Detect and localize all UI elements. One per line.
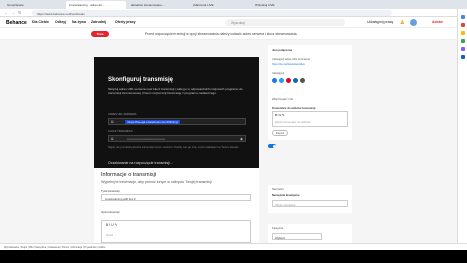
social-icons: [272, 78, 312, 83]
chat-toggle[interactable]: [268, 144, 276, 148]
nav-item-discover[interactable]: Odkryj: [55, 20, 66, 24]
facebook-icon[interactable]: [272, 78, 277, 83]
chat-toggle-label: Włącz/wyłącz czat: [272, 98, 294, 101]
email-icon[interactable]: [300, 78, 305, 83]
live-status-button[interactable]: Trwa: [91, 31, 109, 37]
info-subtitle: Wypełnij te informacje, aby pomóc innym …: [101, 180, 212, 184]
tools-label: Narzędzia kreatywne: [272, 193, 300, 197]
nav-item-live[interactable]: Na żywo: [72, 20, 86, 24]
share-card: Jest połączona Udostępnij adres URL stru…: [268, 45, 352, 140]
eye-icon[interactable]: ◉: [240, 137, 243, 141]
adobe-logo[interactable]: Adobe: [432, 20, 443, 24]
share-title: Jest połączona: [272, 48, 293, 52]
stream-key-value: ••••••••••••••••••••••••••••••••••••: [127, 137, 165, 141]
stream-key-field[interactable]: ⧉ •••••••••••••••••••••••••••••••••••• ◉: [108, 135, 246, 142]
category-title: Kategoria: [272, 227, 284, 230]
share-work-link[interactable]: Udostępnij pracę: [367, 20, 393, 24]
reload-icon[interactable]: ↻: [18, 10, 21, 15]
share-url-label: Udostępnij adres URL strumienia: [272, 58, 310, 61]
status-message: Przed rozpoczęciem emisji w opcji stream…: [145, 32, 298, 36]
live-status-bar: Trwa Przed rozpoczęciem emisji w opcji s…: [0, 28, 457, 40]
tools-input[interactable]: Wpisz narzędzie: [272, 200, 348, 207]
back-icon[interactable]: ←: [4, 10, 8, 15]
linkedin-icon[interactable]: [293, 78, 298, 83]
extension-icon[interactable]: [461, 47, 465, 51]
extension-icon[interactable]: [461, 55, 465, 59]
search-input[interactable]: Wyszukaj: [225, 19, 345, 26]
footer-bar: Wyszukiwanie | Pulpit | Pliki | Narzędzi…: [0, 243, 467, 250]
stream-key-note: Nigdy nie przekazuj klucza transmisji in…: [108, 145, 240, 149]
info-title: Informacje o transmisji: [101, 172, 157, 178]
nav-item-hire[interactable]: Zatrudnij: [91, 20, 106, 24]
nav-item-jobs[interactable]: Oferty pracy: [115, 20, 136, 24]
screen: GroupSpace Livestreaming - adres do... a…: [0, 0, 467, 263]
twitter-icon[interactable]: [279, 78, 284, 83]
extension-icon[interactable]: [461, 39, 465, 43]
stream-title-label: Tytuł transmisji: [101, 189, 120, 193]
format-toolbar[interactable]: B I U ✎: [106, 223, 117, 227]
copy-icon[interactable]: ⧉: [111, 120, 114, 124]
save-button[interactable]: Zapisz: [272, 130, 288, 136]
tab[interactable]: Wnioskuj LIVE: [252, 1, 312, 9]
share-url-link[interactable]: https://be.net/live/stream/live: [272, 63, 305, 66]
category-select[interactable]: Wybierz: [272, 233, 322, 240]
server-url-value[interactable]: rtmps://live-api-s.facebook.com:443/rtmp…: [125, 120, 181, 124]
tools-title: Narzędzia: [272, 188, 284, 191]
comment-title: Komentarz do widzów transmisji: [272, 106, 316, 110]
behance-logo[interactable]: Behance: [6, 20, 27, 26]
top-nav: Behance Dla Ciebie Odkryj Na żywo Zatrud…: [0, 17, 457, 28]
stream-title-input[interactable]: Livestreaming with live #: [101, 194, 251, 201]
tools-card: Narzędzia Narzędzia kreatywne Wpisz narz…: [268, 185, 352, 213]
address-bar: ← → ↻ https://www.behance.net/live/strea…: [0, 9, 467, 17]
comment-placeholder: Wpisz komentarz do widzów: [275, 120, 311, 124]
server-url-field[interactable]: ⧉ rtmps://live-api-s.facebook.com:443/rt…: [108, 118, 246, 125]
url-input[interactable]: https://www.behance.net/live/stream: [32, 10, 392, 16]
tab-active[interactable]: Livestreaming - adres do...: [66, 1, 126, 9]
stream-description-label: Opis transmisji: [101, 210, 120, 214]
stream-info-card: Informacje o transmisji Wypełnij te info…: [94, 168, 259, 243]
extension-icon[interactable]: [461, 31, 465, 35]
panel-description: Skopiuj adres URL serwera oraz klucz tra…: [108, 87, 243, 96]
share-on-label: Udostępnij: [272, 72, 285, 75]
comment-editor[interactable]: B I U ✎ Wpisz komentarz do widzów: [272, 111, 348, 127]
copy-icon[interactable]: ⧉: [111, 137, 114, 141]
bell-icon[interactable]: 🔔: [400, 20, 404, 24]
panel-title: Skonfiguruj transmisję: [108, 77, 174, 83]
extension-icon[interactable]: [461, 23, 465, 27]
forward-icon[interactable]: →: [11, 10, 15, 15]
browser-tab-bar: GroupSpace Livestreaming - adres do... a…: [0, 0, 467, 9]
format-toolbar[interactable]: B I U ✎: [275, 113, 284, 117]
category-card: Kategoria Wybierz: [268, 224, 352, 243]
tab[interactable]: Zdarzenia LIVE: [190, 1, 250, 9]
extensions-sidebar: [457, 9, 467, 243]
tab[interactable]: aktualnie streamowane...: [128, 1, 188, 9]
description-placeholder: Opisz ...: [106, 233, 117, 237]
description-editor[interactable]: B I U ✎ Opisz ...: [101, 220, 251, 243]
pinterest-icon[interactable]: [286, 78, 291, 83]
tab[interactable]: GroupSpace: [4, 1, 64, 9]
waiting-status: Oczekiwanie na rozpoczęcie transmisji...: [108, 161, 173, 165]
stream-key-label: Klucz transmisji: [108, 130, 133, 133]
bottom-bar: [0, 250, 467, 263]
main-content: Skonfiguruj transmisję Skopiuj adres URL…: [0, 40, 457, 243]
server-url-label: Adres URL serwera: [108, 113, 137, 116]
nav-item-for-you[interactable]: Dla Ciebie: [32, 20, 49, 24]
extension-icon[interactable]: [461, 15, 465, 19]
avatar[interactable]: [410, 19, 417, 26]
